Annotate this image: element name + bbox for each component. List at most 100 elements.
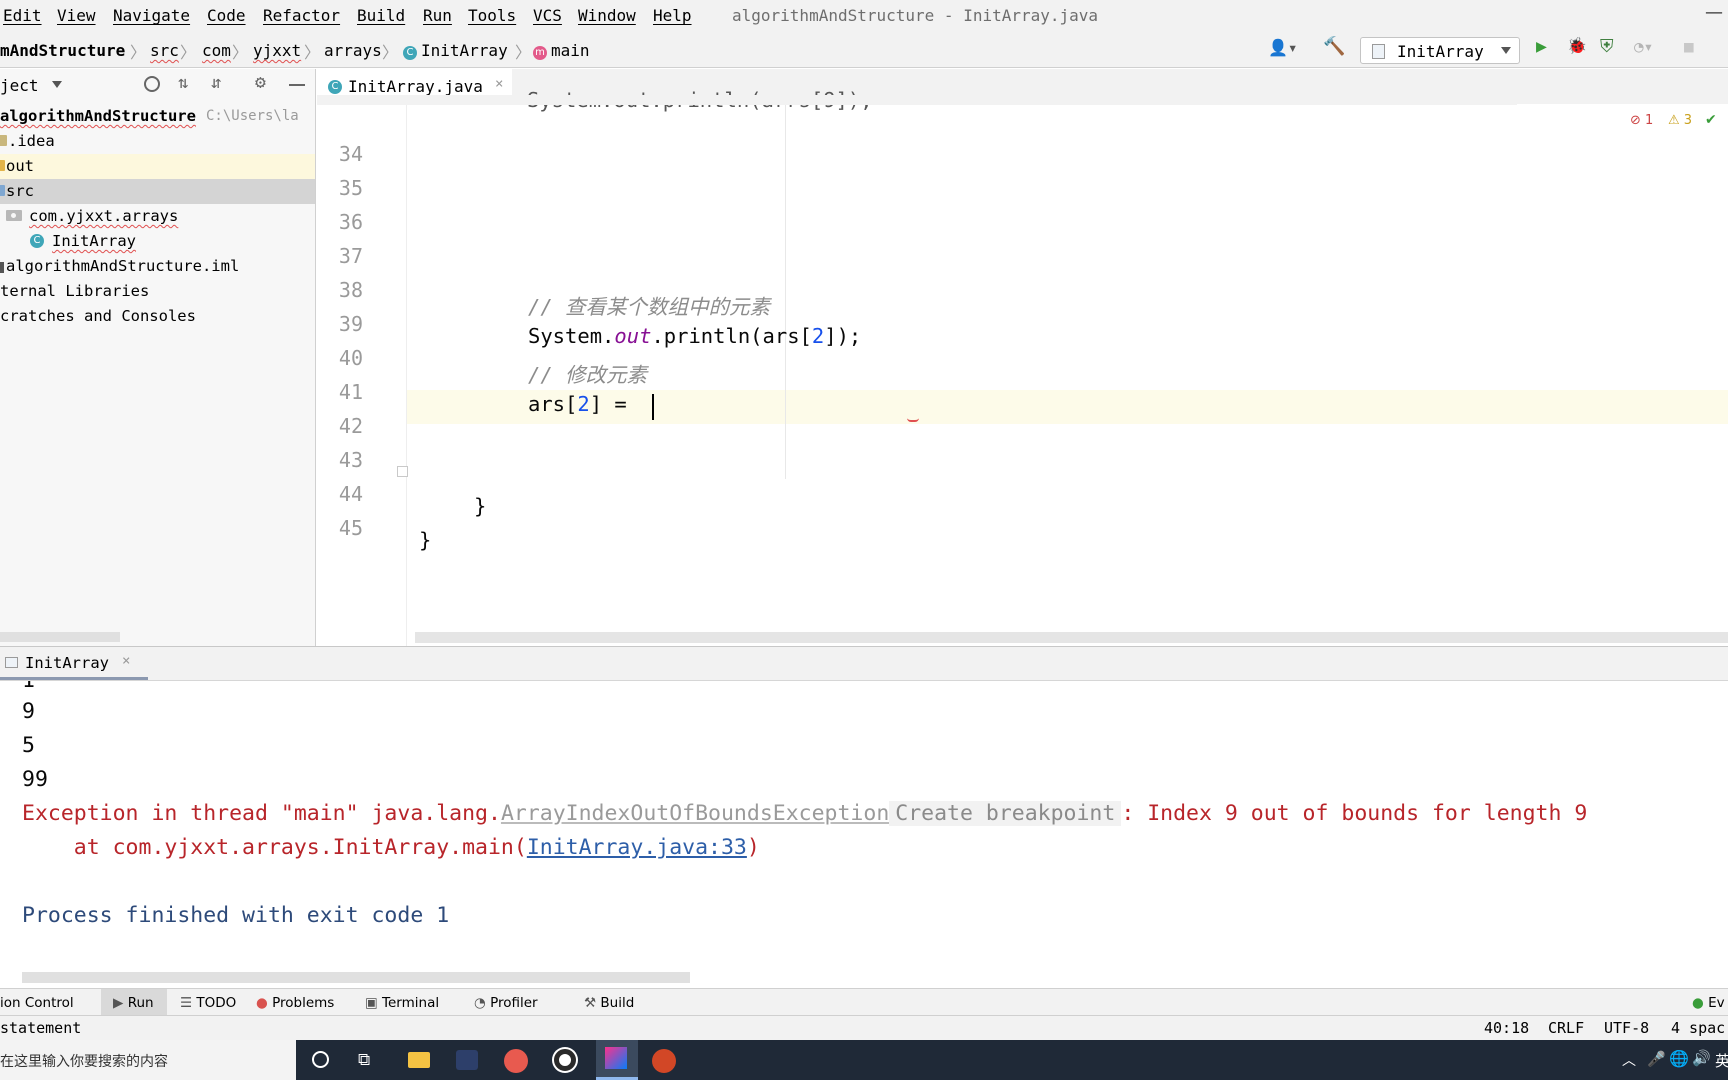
profiler-icon: ◔ (474, 995, 491, 1011)
taskbar-search-box[interactable]: 在这里输入你要搜索的内容 (0, 1040, 296, 1080)
line-number: 38 (338, 278, 363, 302)
tree-item-out[interactable]: out (0, 154, 315, 179)
app-icon[interactable] (456, 1050, 478, 1070)
breadcrumb-src[interactable]: src (150, 41, 179, 60)
menu-build[interactable]: Build (357, 6, 405, 25)
intellij-icon (605, 1047, 627, 1069)
menu-tools[interactable]: Tools (468, 6, 516, 25)
task-view-icon[interactable]: ⧉ (358, 1050, 370, 1070)
expand-all-icon[interactable]: ⇅ (178, 73, 188, 93)
chevron-up-icon[interactable]: ︿ (1622, 1050, 1636, 1070)
file-explorer-icon[interactable] (408, 1052, 430, 1068)
check-icon[interactable]: ✔ (1705, 112, 1717, 128)
project-view-select[interactable]: ject (0, 76, 39, 95)
menu-navigate[interactable]: Navigate (113, 6, 190, 25)
line-separator[interactable]: CRLF (1548, 1019, 1584, 1037)
run-icon[interactable]: ▶ (1536, 36, 1547, 57)
line-number-gutter: 34 35 36 37 38 39 40 41 42 43 44 45 (317, 104, 408, 646)
console-horizontal-scrollbar[interactable] (22, 972, 690, 983)
create-breakpoint-link[interactable]: Create breakpoint (889, 801, 1122, 826)
module-file-icon (0, 262, 4, 273)
breadcrumb-class[interactable]: C InitArray (403, 41, 508, 60)
profile-icon[interactable]: ◔▾ (1634, 37, 1653, 56)
warning-count-badge[interactable]: ⚠ 3 (1668, 113, 1692, 128)
text-caret (652, 394, 654, 420)
input-language-indicator[interactable]: 英 (1715, 1050, 1728, 1071)
volume-icon[interactable]: 🔊 (1692, 1049, 1711, 1067)
tab-event-log[interactable]: ● Ev (1692, 995, 1725, 1011)
code-close-brace: } (419, 528, 432, 552)
tab-version-control[interactable]: ion Control (0, 995, 74, 1011)
tree-item-project-root[interactable]: algorithmAndStructure C:\Users\la (0, 104, 315, 129)
locate-icon[interactable] (144, 76, 160, 92)
menu-help[interactable]: Help (653, 6, 692, 25)
hammer-icon[interactable]: 🔨 (1323, 36, 1345, 57)
menu-run[interactable]: Run (423, 6, 452, 25)
tab-run-initarray[interactable]: InitArray × (0, 647, 148, 680)
exception-class-link[interactable]: ArrayIndexOutOfBoundsException (501, 801, 889, 826)
code-editor[interactable]: C InitArray.java × 34 35 36 37 38 39 40 … (317, 69, 1728, 646)
line-number: 34 (338, 142, 363, 166)
file-encoding[interactable]: UTF-8 (1604, 1019, 1649, 1037)
microphone-icon[interactable]: 🎤 (1647, 1050, 1666, 1068)
intellij-taskbar-button[interactable] (596, 1040, 638, 1080)
menu-vcs[interactable]: VCS (533, 6, 562, 25)
tree-item-idea[interactable]: .idea (0, 129, 315, 154)
console-icon (5, 657, 18, 668)
debug-icon[interactable]: 🐞 (1567, 36, 1587, 55)
tab-terminal[interactable]: ▣ Terminal (365, 995, 439, 1011)
horizontal-scrollbar[interactable] (0, 632, 120, 642)
chevron-down-icon[interactable] (52, 81, 62, 88)
source-location-link[interactable]: InitArray.java:33 (527, 835, 747, 860)
tab-todo[interactable]: ☰ TODO (180, 995, 236, 1011)
indent-guide (785, 104, 786, 479)
minimize-button[interactable]: — (1705, 2, 1723, 23)
network-icon[interactable]: 🌐 (1669, 1049, 1689, 1068)
stop-icon[interactable]: ■ (1684, 37, 1694, 56)
tree-item-iml[interactable]: algorithmAndStructure.iml (0, 254, 315, 279)
tab-run[interactable]: ▶ Run (101, 989, 167, 1015)
line-number: 43 (338, 448, 363, 472)
breadcrumb-com[interactable]: com (202, 41, 231, 60)
tab-problems[interactable]: ● Problems (256, 995, 334, 1011)
user-icon[interactable]: 👤▾ (1268, 38, 1298, 57)
breadcrumb-project[interactable]: mAndStructure (0, 41, 125, 60)
menu-view[interactable]: View (57, 6, 96, 25)
editor-horizontal-scrollbar[interactable] (415, 632, 1728, 643)
tab-profiler[interactable]: ◔ Profiler (474, 995, 538, 1011)
tree-item-src[interactable]: src (0, 179, 315, 204)
record-icon[interactable] (554, 1049, 576, 1071)
indent-setting[interactable]: 4 spac (1671, 1019, 1725, 1037)
fold-marker-icon[interactable] (397, 466, 408, 477)
coverage-icon[interactable]: ⛨ (1600, 36, 1614, 57)
folder-icon (0, 160, 5, 171)
console-output[interactable]: 1 9 5 99 Exception in thread "main" java… (0, 681, 1728, 989)
close-icon[interactable]: × (495, 76, 503, 92)
gear-icon[interactable]: ⚙ (255, 72, 266, 93)
error-count-badge[interactable]: ⊘ 1 (1630, 113, 1653, 128)
menu-code[interactable]: Code (207, 6, 246, 25)
line-number: 42 (338, 414, 363, 438)
collapse-all-icon[interactable]: ⇵ (211, 73, 221, 93)
breadcrumb-yjxxt[interactable]: yjxxt (253, 41, 301, 60)
cortana-icon[interactable] (312, 1051, 329, 1068)
recorder-app-icon[interactable] (504, 1049, 528, 1073)
run-configuration-select[interactable]: InitArray (1360, 37, 1520, 64)
tab-build[interactable]: ⚒ Build (584, 995, 634, 1011)
menu-edit[interactable]: Edit (3, 6, 42, 25)
tree-item-initarray[interactable]: C InitArray (0, 229, 315, 254)
close-icon[interactable]: × (122, 653, 130, 669)
breadcrumb-arrays[interactable]: arrays (324, 41, 382, 60)
menu-refactor[interactable]: Refactor (263, 6, 340, 25)
class-icon: C (328, 80, 342, 94)
tree-item-package[interactable]: com.yjxxt.arrays (0, 204, 315, 229)
chevron-down-icon (1501, 47, 1511, 54)
tree-item-external-libraries[interactable]: ternal Libraries (0, 279, 315, 304)
caret-position[interactable]: 40:18 (1484, 1019, 1529, 1037)
powerpoint-icon[interactable] (652, 1049, 676, 1073)
windows-taskbar: 在这里输入你要搜索的内容 ⧉ ︿ 🎤 🌐 🔊 英 (0, 1040, 1728, 1080)
breadcrumb-method[interactable]: m main (533, 41, 590, 60)
tree-item-scratches[interactable]: cratches and Consoles (0, 304, 315, 329)
hide-icon[interactable] (289, 84, 305, 86)
menu-window[interactable]: Window (578, 6, 636, 25)
